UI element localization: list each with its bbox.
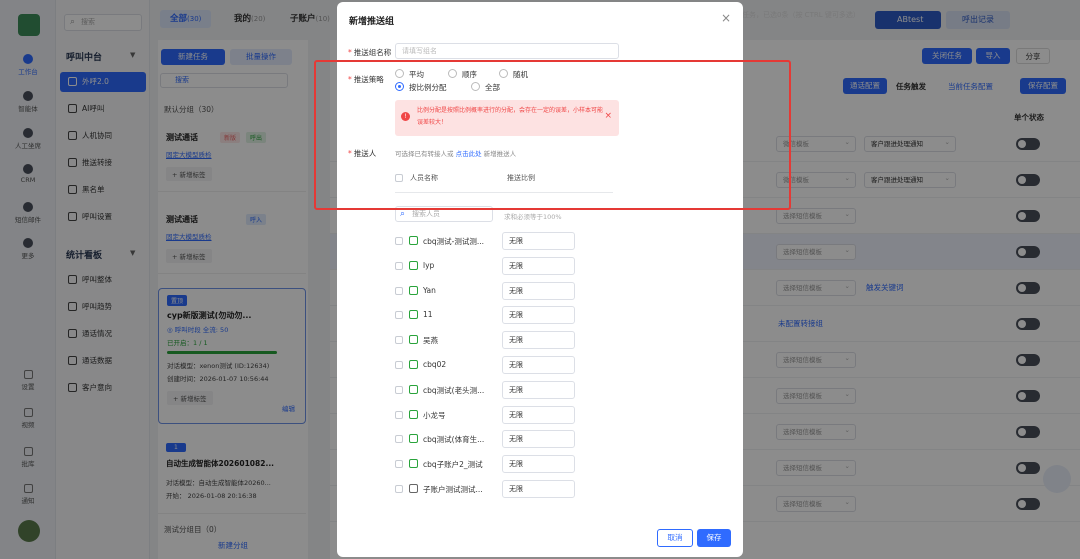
person-checkbox[interactable]: [395, 237, 403, 245]
person-icon: [409, 335, 418, 344]
person-checkbox[interactable]: [395, 336, 403, 344]
person-checkbox[interactable]: [395, 287, 403, 295]
person-name: cbq测试(体育生...: [409, 434, 484, 445]
person-icon: [409, 385, 418, 394]
person-ratio-input[interactable]: 无限: [502, 381, 575, 399]
cancel-button[interactable]: 取消: [657, 529, 693, 547]
person-checkbox[interactable]: [395, 262, 403, 270]
person-icon: [409, 310, 418, 319]
person-name: Yan: [409, 286, 436, 295]
person-icon: [409, 286, 418, 295]
person-name: 小龙号: [409, 410, 446, 421]
person-icon: [409, 360, 418, 369]
person-name: cbq测试-测试测...: [409, 236, 484, 247]
person-ratio-input[interactable]: 无限: [502, 430, 575, 448]
person-name: cbq子账户2_测试: [409, 459, 483, 470]
person-icon: [409, 484, 418, 493]
person-ratio-input[interactable]: 无限: [502, 306, 575, 324]
person-name: cbq02: [409, 360, 446, 369]
person-checkbox[interactable]: [395, 435, 403, 443]
person-ratio-input[interactable]: 无限: [502, 455, 575, 473]
person-checkbox[interactable]: [395, 485, 403, 493]
save-button[interactable]: 保存: [697, 529, 731, 547]
person-icon: [409, 261, 418, 270]
person-icon: [409, 236, 418, 245]
person-ratio-input[interactable]: 无限: [502, 331, 575, 349]
person-ratio-input[interactable]: 无限: [502, 406, 575, 424]
person-name: lyp: [409, 261, 434, 270]
person-name: 吴燕: [409, 335, 438, 346]
person-icon: [409, 434, 418, 443]
group-name-label: * 推送组名称: [348, 48, 392, 57]
person-checkbox[interactable]: [395, 311, 403, 319]
person-checkbox[interactable]: [395, 386, 403, 394]
person-name: cbq测试(老头测...: [409, 385, 484, 396]
person-name: 子账户测试测试...: [409, 484, 483, 495]
person-ratio-input[interactable]: 无限: [502, 356, 575, 374]
person-name: 11: [409, 310, 433, 319]
group-name-input[interactable]: 请填写组名: [395, 43, 619, 59]
person-checkbox[interactable]: [395, 411, 403, 419]
person-ratio-input[interactable]: 无限: [502, 257, 575, 275]
person-checkbox[interactable]: [395, 361, 403, 369]
person-checkbox[interactable]: [395, 460, 403, 468]
person-icon: [409, 459, 418, 468]
close-icon[interactable]: ×: [721, 11, 731, 25]
person-ratio-input[interactable]: 无限: [502, 232, 575, 250]
person-ratio-input[interactable]: 无限: [502, 480, 575, 498]
annotation-highlight-box: [314, 60, 791, 210]
person-ratio-input[interactable]: 无限: [502, 282, 575, 300]
person-icon: [409, 410, 418, 419]
modal-title: 新增推送组: [349, 17, 395, 27]
ratio-sum-hint: 求和必须等于100%: [504, 213, 562, 221]
